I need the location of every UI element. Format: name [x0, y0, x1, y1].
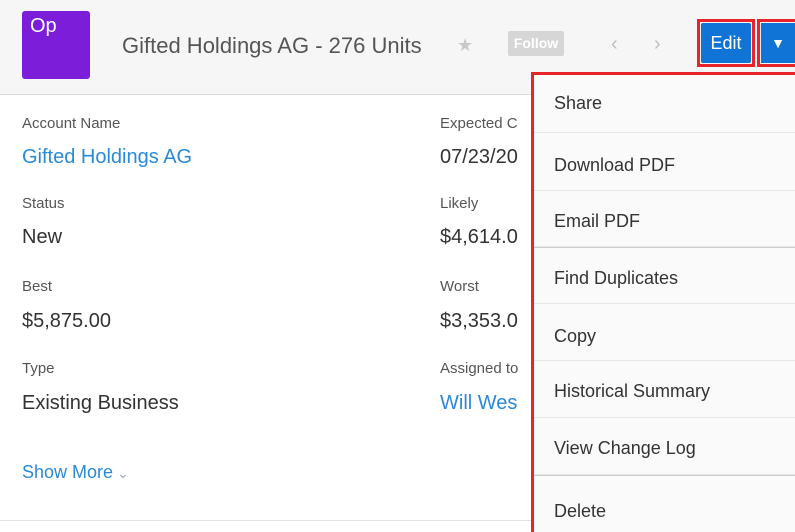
type-label: Type: [22, 360, 55, 377]
status-value[interactable]: New: [22, 226, 62, 249]
likely-value[interactable]: $4,614.0: [440, 226, 518, 249]
actions-dropdown-menu: Share Download PDF Email PDF Find Duplic…: [531, 72, 795, 532]
actions-dropdown-caret-icon[interactable]: ▼: [761, 23, 795, 63]
expected-close-value[interactable]: 07/23/20: [440, 146, 518, 169]
follow-button[interactable]: Follow: [508, 31, 564, 56]
favorite-star-icon[interactable]: ★: [457, 35, 473, 56]
status-label: Status: [22, 195, 65, 212]
menu-item-copy[interactable]: Copy: [534, 304, 795, 361]
next-record-icon[interactable]: ›: [654, 33, 661, 56]
assigned-to-label: Assigned to: [440, 360, 519, 377]
likely-label: Likely: [440, 195, 479, 212]
record-view: Op Gifted Holdings AG - 276 Units ★ Foll…: [0, 0, 795, 532]
menu-item-view-change-log[interactable]: View Change Log: [534, 418, 795, 475]
menu-item-email-pdf[interactable]: Email PDF: [534, 191, 795, 247]
account-name-link[interactable]: Gifted Holdings AG: [22, 146, 192, 169]
chevron-down-icon: ⌄: [117, 465, 129, 481]
worst-label: Worst: [440, 278, 479, 295]
edit-button[interactable]: Edit: [701, 23, 751, 63]
expected-close-label: Expected C: [440, 115, 518, 132]
worst-value[interactable]: $3,353.0: [440, 310, 518, 333]
show-more-link[interactable]: Show More ⌄: [22, 462, 129, 483]
module-badge: Op: [22, 11, 90, 79]
best-value[interactable]: $5,875.00: [22, 310, 111, 333]
type-value[interactable]: Existing Business: [22, 392, 179, 415]
previous-record-icon[interactable]: ‹: [611, 33, 618, 56]
show-more-label: Show More: [22, 462, 114, 482]
menu-item-download-pdf[interactable]: Download PDF: [534, 133, 795, 191]
record-title: Gifted Holdings AG - 276 Units: [122, 33, 422, 58]
assigned-to-link[interactable]: Will Wes: [440, 392, 517, 415]
menu-item-historical-summary[interactable]: Historical Summary: [534, 361, 795, 418]
account-name-label: Account Name: [22, 115, 121, 132]
menu-item-find-duplicates[interactable]: Find Duplicates: [534, 247, 795, 304]
best-label: Best: [22, 278, 53, 295]
menu-item-share[interactable]: Share: [534, 75, 795, 133]
menu-item-delete[interactable]: Delete: [534, 475, 795, 532]
